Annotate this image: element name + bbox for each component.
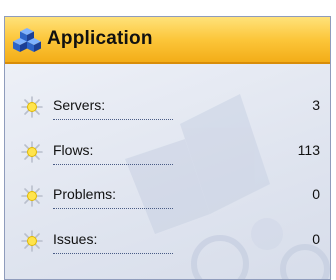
dotted-divider (53, 253, 173, 254)
star-burst-icon (21, 185, 43, 207)
stat-value: 3 (312, 97, 320, 113)
star-burst-icon (21, 230, 43, 252)
stat-label: Problems: (53, 186, 117, 202)
stat-row-problems: Problems: 0 (21, 177, 320, 215)
stat-row-flows: Flows: 113 (21, 133, 320, 171)
star-burst-icon (21, 141, 43, 163)
cubes-icon (13, 28, 41, 52)
panel-title: Application (47, 28, 153, 49)
star-burst-icon (21, 96, 43, 118)
application-panel: Application Servers: 3 Flows: 113 Proble… (4, 16, 331, 280)
stat-label: Servers: (53, 97, 106, 113)
stat-label: Flows: (53, 142, 94, 158)
stat-row-servers: Servers: 3 (21, 88, 320, 126)
dotted-divider (53, 208, 173, 209)
panel-header: Application (5, 17, 330, 64)
dotted-divider (53, 119, 173, 120)
stat-value: 0 (312, 231, 320, 247)
stats-body: Servers: 3 Flows: 113 Problems: 0 Issues… (5, 64, 330, 279)
stat-row-issues: Issues: 0 (21, 222, 320, 260)
stat-value: 113 (297, 142, 320, 158)
dotted-divider (53, 164, 173, 165)
stat-label: Issues: (53, 231, 98, 247)
stat-value: 0 (312, 186, 320, 202)
